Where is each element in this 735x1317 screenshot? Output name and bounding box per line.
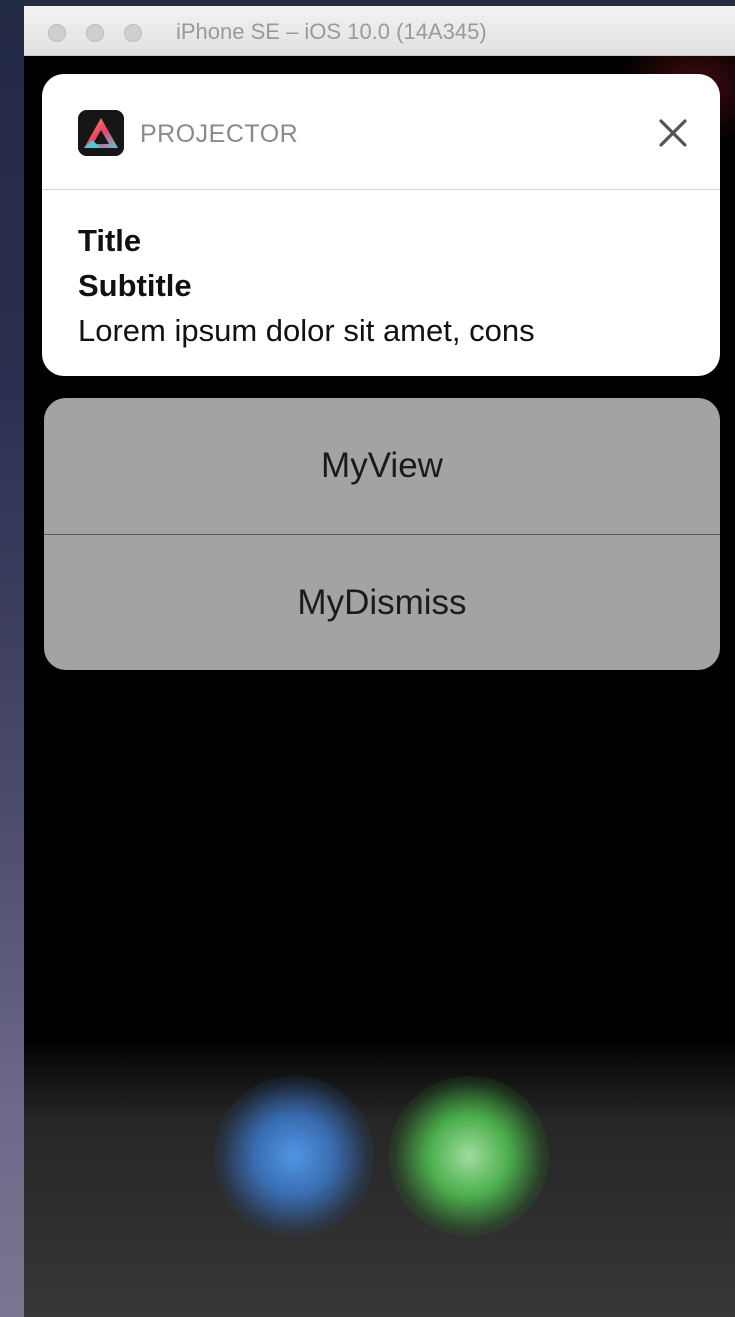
notification-body: Title Subtitle Lorem ipsum dolor sit ame…	[78, 218, 698, 353]
notification-title: Title	[78, 223, 142, 258]
projector-app-icon	[78, 110, 124, 156]
notification-actions: MyView MyDismiss	[44, 398, 720, 670]
mydismiss-action-button[interactable]: MyDismiss	[44, 535, 720, 670]
close-icon[interactable]	[652, 112, 694, 154]
blurred-app-icon-blue	[214, 1076, 374, 1236]
close-window-button[interactable]	[48, 24, 66, 42]
notification-subtitle: Subtitle	[78, 268, 192, 303]
window-title: iPhone SE – iOS 10.0 (14A345)	[176, 19, 487, 44]
window-titlebar: iPhone SE – iOS 10.0 (14A345)	[24, 6, 735, 56]
simulator-window: iPhone SE – iOS 10.0 (14A345) PROJECTOR …	[24, 6, 735, 1317]
blurred-dock	[24, 1036, 735, 1317]
minimize-window-button[interactable]	[86, 24, 104, 42]
notification-header: PROJECTOR	[42, 74, 720, 190]
device-screen: PROJECTOR Title Subtitle Lorem ipsum dol…	[24, 56, 735, 1317]
blurred-app-icon-green	[389, 1076, 549, 1236]
zoom-window-button[interactable]	[124, 24, 142, 42]
myview-action-button[interactable]: MyView	[44, 398, 720, 534]
app-name: PROJECTOR	[140, 120, 299, 148]
notification-message: Lorem ipsum dolor sit amet, cons	[78, 313, 535, 348]
notification-card[interactable]: PROJECTOR Title Subtitle Lorem ipsum dol…	[42, 74, 720, 376]
